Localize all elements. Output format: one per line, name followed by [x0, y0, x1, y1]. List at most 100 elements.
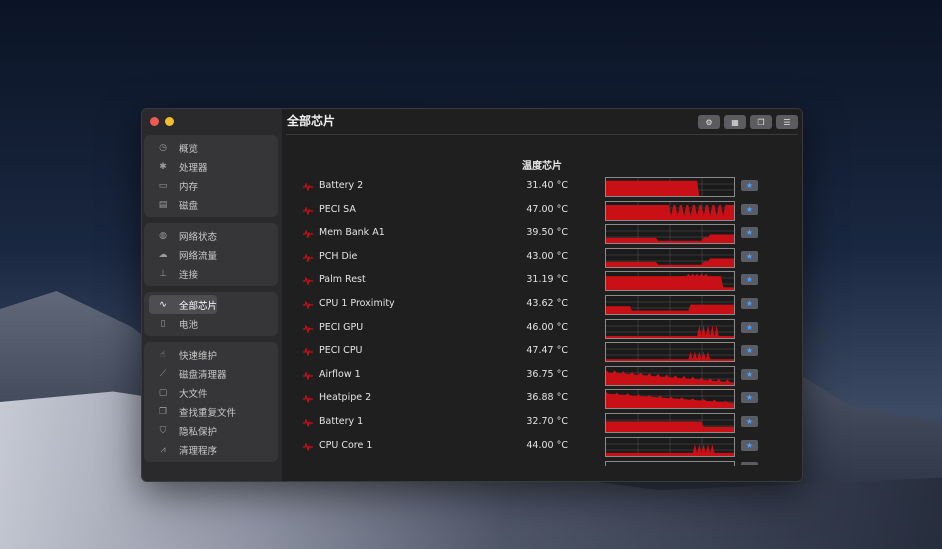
sidebar-item[interactable]: ☝ 快速维护 [149, 345, 273, 364]
favorite-button[interactable]: ★ [741, 415, 758, 427]
pulse-icon [303, 418, 313, 427]
sidebar-item-label: 磁盘 [179, 200, 199, 212]
app-cleaner-icon: ⩘ [160, 444, 166, 455]
graph-partial [605, 461, 735, 466]
sensor-name: PECI SA [319, 203, 356, 215]
sensor-row: Palm Rest 31.19 °C ★ [282, 271, 802, 295]
sensor-name: PECI CPU [319, 345, 363, 357]
sidebar-item-label: 内存 [179, 181, 199, 193]
disk-icon: ▤ [158, 199, 168, 210]
sensor-value: 43.62 °C [526, 297, 568, 309]
sensor-value: 32.70 °C [526, 415, 568, 427]
sensor-row: Heatpipe 2 36.88 °C ★ [282, 389, 802, 413]
sidebar-item[interactable]: ▤ 磁盘 [149, 195, 273, 214]
minimize-button[interactable] [165, 117, 174, 126]
star-icon: ★ [745, 346, 754, 356]
sensor-history-graph [605, 342, 735, 363]
sidebar-item[interactable]: ✱ 处理器 [149, 157, 273, 176]
sensor-row: Mem Bank A1 39.50 °C ★ [282, 224, 802, 248]
pulse-icon [303, 324, 313, 333]
section-title: 温度芯片 [522, 161, 562, 172]
sensor-name: CPU Core 1 [319, 439, 373, 451]
duplicate-icon: ❐ [158, 406, 168, 417]
sensor-history-graph [605, 247, 735, 268]
sensor-row: Airflow 1 36.75 °C ★ [282, 365, 802, 390]
favorite-button[interactable]: ★ [741, 368, 758, 380]
sensor-row: PECI GPU 46.00 °C ★ [282, 318, 802, 343]
star-icon: ★ [745, 416, 754, 426]
favorite-button[interactable]: ★ [741, 321, 758, 333]
sidebar-item-label: 快速维护 [179, 350, 218, 362]
sidebar-item[interactable]: ⛉ 隐私保护 [149, 421, 273, 440]
sidebar-item[interactable]: ◍ 网络状态 [149, 226, 273, 245]
sensor-history-graph [605, 318, 735, 339]
globe-icon: ◍ [159, 230, 167, 241]
favorite-button[interactable]: ★ [741, 203, 758, 215]
sidebar-item[interactable]: ⟋ 磁盘清理器 [149, 364, 273, 383]
grid-icon: ▦ [731, 117, 739, 127]
favorite-button[interactable]: ★ [741, 297, 758, 309]
favorite-button[interactable]: ★ [741, 227, 758, 239]
close-button[interactable] [150, 117, 159, 126]
sidebar-item[interactable]: ⊥ 连接 [149, 264, 273, 283]
sidebar-item-label: 处理器 [179, 162, 208, 174]
favorite-button[interactable]: ★ [741, 392, 758, 404]
sensor-row: PECI CPU 47.47 °C ★ [282, 342, 802, 366]
sidebar-item[interactable]: ▢ 大文件 [149, 383, 273, 402]
windows-button[interactable]: ❐ [750, 115, 772, 129]
main-panel: 全部芯片 ⚙ ▦ ❐ ☰ 温度芯片 Battery 2 31.40 °C ★ PECI… [282, 109, 802, 481]
sensor-value: 46.00 °C [526, 321, 568, 333]
sensor-value: 36.88 °C [526, 392, 568, 404]
favorite-button[interactable]: ★ [741, 274, 758, 286]
star-icon: ★ [745, 298, 754, 308]
graph-area [606, 274, 734, 291]
sidebar-item[interactable]: ◷ 概览 [149, 138, 273, 157]
sidebar-group: ∿ 全部芯片 ▯ 电池 [144, 292, 278, 336]
sidebar-item[interactable]: ☁ 网络流量 [149, 245, 273, 264]
sidebar-item-label: 查找重复文件 [179, 407, 237, 419]
sensor-history-graph [605, 224, 735, 245]
sidebar-item[interactable]: ⩘ 清理程序 [149, 440, 273, 459]
sidebar-item-label: 电池 [179, 319, 199, 331]
sidebar-group: ◷ 概览 ✱ 处理器 ▭ 内存 ▤ 磁盘 [144, 135, 278, 217]
star-icon: ★ [745, 228, 754, 238]
pulse-icon [303, 183, 313, 191]
memory-icon: ▭ [158, 180, 168, 191]
star-button-partial[interactable] [741, 462, 758, 465]
sensor-value: 47.47 °C [526, 345, 568, 357]
sensor-value: 43.00 °C [526, 250, 568, 262]
favorite-button[interactable]: ★ [741, 180, 758, 191]
sidebar-item-label: 网络状态 [179, 231, 218, 243]
star-icon: ★ [745, 204, 754, 214]
favorite-button[interactable]: ★ [741, 250, 758, 262]
page-title: 全部芯片 [287, 114, 336, 128]
sensor-row: Battery 2 31.40 °C ★ [282, 177, 802, 201]
sidebar-item-label: 网络流量 [179, 250, 218, 262]
star-icon: ★ [745, 393, 754, 403]
pulse-icon [303, 277, 313, 286]
sidebar-item[interactable]: ▭ 内存 [149, 176, 273, 195]
sensor-name: Battery 1 [319, 415, 364, 427]
sidebar-item[interactable]: ❐ 查找重复文件 [149, 402, 273, 421]
sidebar-item[interactable]: ∿ 全部芯片 [149, 295, 217, 314]
settings-button[interactable]: ⚙ [698, 115, 720, 129]
grid-view-button[interactable]: ▦ [724, 115, 746, 129]
title-divider [286, 134, 798, 135]
pulse-icon: ∿ [159, 299, 167, 310]
sidebar: ◷ 概览 ✱ 处理器 ▭ 内存 ▤ 磁盘 ◍ 网络状态 ☁ 网络流量 ⊥ 连接 ∿ 全部芯片 ▯ 电池 ☝ 快速维护 ⟋… [142, 109, 282, 481]
list-view-button[interactable]: ☰ [776, 115, 798, 129]
favorite-button[interactable]: ★ [741, 439, 758, 451]
sensor-history-graph [605, 436, 735, 457]
star-icon: ★ [745, 440, 754, 450]
gear-icon: ⚙ [705, 117, 713, 127]
sidebar-item-label: 隐私保护 [179, 426, 218, 438]
sidebar-item-label: 清理程序 [179, 445, 218, 457]
favorite-button[interactable]: ★ [741, 345, 758, 357]
sensor-name: Heatpipe 2 [319, 392, 372, 404]
cloud-icon: ☁ [158, 249, 168, 260]
sensor-value: 31.40 °C [526, 180, 568, 191]
sidebar-item[interactable]: ▯ 电池 [149, 314, 273, 333]
sensor-row: PECI SA 47.00 °C ★ [282, 200, 802, 225]
sensor-list: Battery 2 31.40 °C ★ PECI SA 47.00 °C ★ Mem Ba… [282, 177, 802, 460]
hand-icon: ☝ [160, 349, 166, 360]
